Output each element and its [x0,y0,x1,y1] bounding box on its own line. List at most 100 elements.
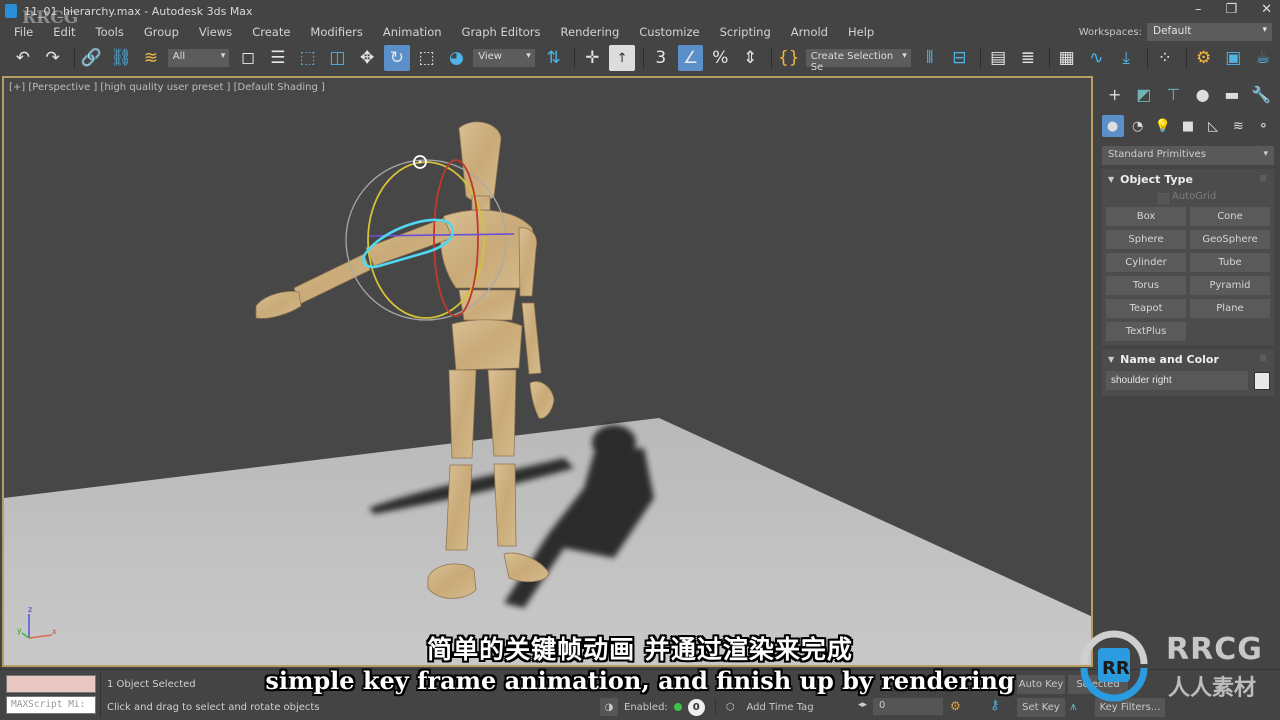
layer-explorer-icon[interactable]: ≣ [1015,45,1041,71]
snaps-toggle-icon[interactable]: 3 [648,45,674,71]
select-by-name-icon[interactable]: ☰ [265,45,291,71]
viewport-scene: z x y [4,121,1091,665]
selection-filter-dropdown[interactable]: All [167,49,230,67]
cone-button[interactable]: Cone [1190,207,1270,226]
rendered-frame-window-icon[interactable]: ▣ [1220,45,1246,71]
menu-customize[interactable]: Customize [629,25,709,39]
cylinder-button[interactable]: Cylinder [1106,253,1186,272]
display-tab-icon[interactable]: ▬ [1221,85,1243,104]
menu-scripting[interactable]: Scripting [710,25,781,39]
scene-explorer-icon[interactable]: ▤ [985,45,1011,71]
adaptive-degradation-icon[interactable]: ◑ [600,698,618,716]
window-crossing-icon[interactable]: ◫ [324,45,350,71]
geosphere-button[interactable]: GeoSphere [1190,230,1270,249]
lights-icon[interactable]: 💡 [1152,115,1174,137]
cameras-icon[interactable]: ■ [1177,115,1199,137]
rollout-pin-icon [1260,175,1266,181]
schematic-view-icon[interactable]: ⤓ [1113,45,1139,71]
object-color-swatch[interactable] [1254,371,1270,390]
pivot-center-icon[interactable]: ⇅ [541,45,567,71]
add-time-tag-button[interactable]: Add Time Tag [747,702,814,713]
select-scale-icon[interactable]: ⬚ [414,45,440,71]
modify-tab-icon[interactable]: ◩ [1133,85,1155,104]
material-editor-icon[interactable]: ⁘ [1152,45,1178,71]
tube-button[interactable]: Tube [1190,253,1270,272]
systems-icon[interactable]: ⚬ [1252,115,1274,137]
angle-snap-icon[interactable]: ∠ [677,45,704,71]
create-tab-icon[interactable]: + [1104,85,1126,104]
percent-snap-icon[interactable]: % [707,45,733,71]
select-object-icon[interactable]: ◻ [235,45,261,71]
primitive-category-dropdown[interactable]: Standard Primitives [1102,146,1274,165]
keyboard-shortcut-icon[interactable]: ↑ [609,45,635,71]
set-key-button[interactable]: Set Key [1017,698,1065,717]
menu-views[interactable]: Views [189,25,242,39]
utilities-tab-icon[interactable]: 🔧 [1250,85,1272,104]
autogrid-checkbox[interactable]: AutoGrid [1102,189,1274,207]
object-type-header[interactable]: ▼ Object Type [1102,169,1274,189]
render-setup-icon[interactable]: ⚙ [1191,45,1217,71]
menu-animation[interactable]: Animation [373,25,452,39]
restore-button[interactable]: ❐ [1225,2,1237,17]
named-selection-dropdown[interactable]: Create Selection Se [805,49,911,73]
sphere-button[interactable]: Sphere [1106,230,1186,249]
box-button[interactable]: Box [1106,207,1186,226]
menu-help[interactable]: Help [838,25,884,39]
maxscript-mini-listener[interactable]: MAXScript Mi: [6,696,96,714]
toolbar-separator [1146,48,1148,68]
name-and-color-title: Name and Color [1120,352,1219,366]
name-and-color-header[interactable]: ▼ Name and Color [1102,349,1274,369]
reference-coordinate-dropdown[interactable]: View [473,49,535,67]
time-config-icon[interactable]: ⚙ [950,699,961,713]
unlink-icon[interactable]: ⛓ [108,45,134,71]
space-warps-icon[interactable]: ≋ [1227,115,1249,137]
ribbon-icon[interactable]: ▦ [1054,45,1080,71]
motion-tab-icon[interactable]: ● [1192,85,1214,104]
geometry-icon[interactable]: ● [1101,115,1124,137]
hierarchy-tab-icon[interactable]: ⊤ [1162,85,1184,104]
undo-icon[interactable]: ↶ [10,45,36,71]
rectangular-selection-icon[interactable]: ⬚ [295,45,321,71]
close-button[interactable]: ✕ [1261,2,1272,17]
current-frame-field[interactable]: 0 [873,698,943,715]
shapes-icon[interactable]: ◔ [1127,115,1149,137]
collapse-triangle-icon: ▼ [1108,174,1115,184]
select-place-icon[interactable]: ◕ [443,45,469,71]
align-icon[interactable]: ⊟ [947,45,973,71]
torus-button[interactable]: Torus [1106,276,1186,295]
menu-arnold[interactable]: Arnold [781,25,838,39]
teapot-button[interactable]: Teapot [1106,299,1186,318]
select-manipulate-icon[interactable]: ✛ [579,45,605,71]
menu-graph-editors[interactable]: Graph Editors [452,25,551,39]
enabled-value[interactable]: 0 [687,698,705,716]
helpers-icon[interactable]: ◺ [1202,115,1224,137]
textplus-button[interactable]: TextPlus [1106,322,1186,341]
menu-rendering[interactable]: Rendering [551,25,630,39]
workspace-dropdown[interactable]: Default [1147,23,1272,41]
pyramid-button[interactable]: Pyramid [1190,276,1270,295]
render-production-icon[interactable]: ☕ [1250,45,1276,71]
menu-modifiers[interactable]: Modifiers [300,25,373,39]
viewport-label[interactable]: [+] [Perspective ] [high quality user pr… [9,82,325,93]
mirror-icon[interactable]: ⫴ [917,45,943,71]
object-name-input[interactable] [1106,371,1248,390]
title-bar: 11_01_hierarchy.max - Autodesk 3ds Max –… [0,0,1280,22]
key-mode-icon[interactable]: ⚷ [990,698,1000,713]
plane-button[interactable]: Plane [1190,299,1270,318]
select-move-icon[interactable]: ✥ [354,45,380,71]
redo-icon[interactable]: ↷ [40,45,66,71]
menu-group[interactable]: Group [134,25,189,39]
toolbar-separator [980,48,982,68]
edit-named-selection-icon[interactable]: {} [776,45,802,71]
menu-create[interactable]: Create [242,25,300,39]
curve-editor-icon[interactable]: ∿ [1083,45,1109,71]
select-rotate-icon[interactable]: ↻ [383,45,410,71]
perspective-viewport[interactable]: [+] [Perspective ] [high quality user pr… [2,76,1093,667]
spinner-snap-icon[interactable]: ⇕ [737,45,763,71]
link-icon[interactable]: 🔗 [78,45,104,71]
prompt-line: Click and drag to select and rotate obje… [107,702,320,713]
minimize-button[interactable]: – [1195,2,1202,17]
frame-arrows-icon[interactable]: ◂▸ [858,700,867,710]
menu-tools[interactable]: Tools [86,25,134,39]
bind-space-warp-icon[interactable]: ≋ [138,45,164,71]
